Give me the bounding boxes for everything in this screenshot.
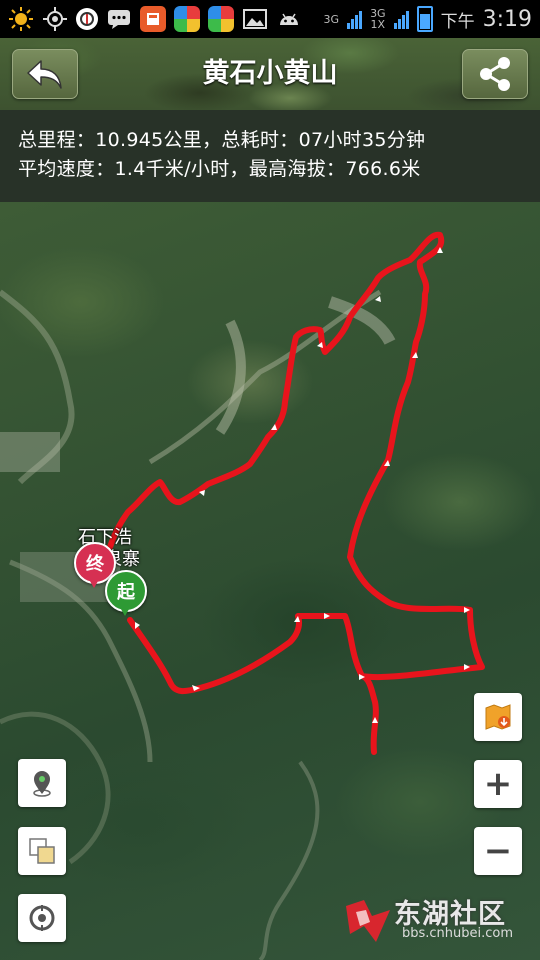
back-arrow-icon <box>27 60 62 89</box>
offline-map-button[interactable] <box>474 693 522 741</box>
share-button[interactable] <box>462 49 528 99</box>
forum-watermark: 东湖社区 bbs.cnhubei.com <box>342 892 532 950</box>
zoom-in-icon: + <box>483 764 513 804</box>
track-route-line <box>107 231 485 695</box>
satellite-map[interactable]: 石下浩 泉寨 终 起 + − 东湖社区 bbs.cnhubei.com <box>0 202 540 960</box>
zoom-in-button[interactable]: + <box>474 760 522 808</box>
status-right: 3G 3G 1X 下午 3:19 <box>324 3 532 35</box>
speed-altitude-text: 平均速度：1.4千米/小时，最高海拔：766.6米 <box>18 158 421 180</box>
layers-button[interactable] <box>18 827 66 875</box>
page-title: 黄石小黄山 <box>202 58 338 89</box>
clean-master-icon <box>76 8 98 30</box>
battery-icon <box>416 6 433 32</box>
zoom-out-icon: − <box>483 831 513 871</box>
clock: 3:19 <box>482 6 532 32</box>
status-bar: 3G 3G 1X 下午 3:19 <box>0 0 540 38</box>
image-icon <box>242 6 268 32</box>
location-pin-icon <box>33 771 51 797</box>
app-header: 黄石小黄山 <box>0 38 540 110</box>
signal-a-icon <box>347 9 363 29</box>
offline-map-icon <box>485 704 511 730</box>
network-3g-b: 3G 1X <box>370 7 386 31</box>
back-button[interactable] <box>12 49 78 99</box>
android-icon <box>276 6 302 32</box>
game-center-icon <box>208 6 234 32</box>
signal-b-icon <box>393 9 409 29</box>
watermark-logo-icon <box>346 900 390 942</box>
track-stats-panel: 总里程：10.945公里，总耗时：07小时35分钟 平均速度：1.4千米/小时，… <box>0 110 540 202</box>
app-store-icon <box>140 6 166 32</box>
distance-duration-text: 总里程：10.945公里，总耗时：07小时35分钟 <box>18 129 426 151</box>
layers-icon <box>29 838 55 864</box>
compass-button[interactable] <box>18 894 66 942</box>
zoom-out-button[interactable]: − <box>474 827 522 875</box>
my-location-button[interactable] <box>18 759 66 807</box>
compass-icon <box>29 905 55 931</box>
notification-icons <box>8 5 302 33</box>
time-ampm: 下午 <box>440 11 475 32</box>
watermark-url: bbs.cnhubei.com <box>402 926 514 941</box>
weather-sun-icon <box>8 6 34 32</box>
game-center-icon <box>174 6 200 32</box>
message-icon <box>106 6 132 32</box>
start-marker[interactable]: 起 <box>105 570 147 616</box>
network-3g-a: 3G <box>323 12 340 26</box>
share-icon <box>480 57 510 91</box>
gps-icon <box>42 6 68 32</box>
